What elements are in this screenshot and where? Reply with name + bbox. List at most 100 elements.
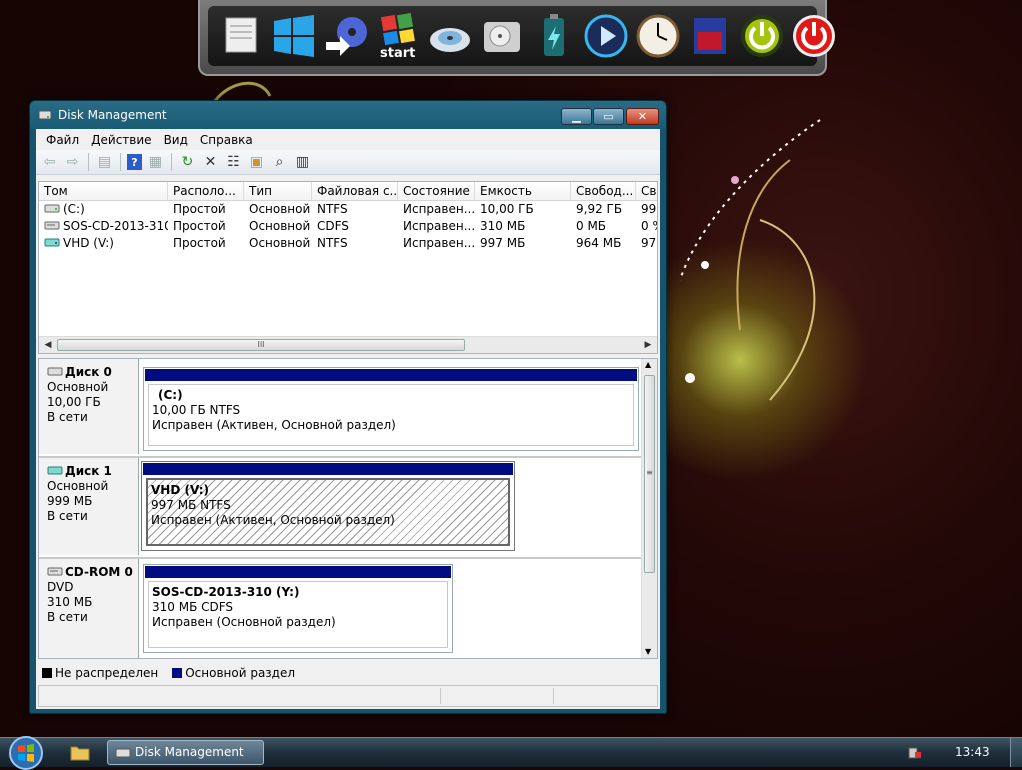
cell-volume: (C:) — [39, 201, 168, 218]
cell-capacity: 10,00 ГБ — [480, 202, 534, 216]
folder-icon[interactable] — [70, 744, 90, 761]
open-folder-icon[interactable]: ▣ — [247, 153, 266, 172]
table-row[interactable]: (C:) Простой Основной NTFS Исправен... 1… — [39, 201, 657, 218]
menu-help[interactable]: Справка — [194, 133, 259, 147]
maximize-button[interactable]: ▭ — [593, 108, 624, 125]
disk-name: CD-ROM 0 — [65, 565, 133, 579]
scroll-down-icon[interactable]: ▼ — [645, 647, 651, 656]
back-arrow-icon[interactable]: ⇦ — [40, 153, 59, 172]
cd-drive-icon — [44, 221, 60, 230]
menu-action[interactable]: Действие — [85, 133, 157, 147]
cell-filesystem: CDFS — [317, 219, 349, 233]
cell-filesystem: NTFS — [317, 202, 348, 216]
column-header-filesystem[interactable]: Файловая с... — [312, 182, 398, 200]
taskbar: Disk Management 13:43 — [0, 734, 1022, 770]
column-header-capacity[interactable]: Емкость — [475, 182, 571, 200]
column-header-type[interactable]: Тип — [244, 182, 312, 200]
wallpaper-swirl-decoration — [679, 119, 821, 401]
legend: Не распределен Основной раздел — [38, 662, 658, 684]
safely-remove-hardware-icon[interactable] — [906, 746, 922, 760]
cell-free-percent: 99 — [641, 202, 657, 216]
status-bar-separator — [553, 688, 554, 704]
table-row[interactable]: SOS-CD-2013-310 ... Простой Основной CDF… — [39, 218, 657, 235]
window-title: Disk Management — [58, 108, 167, 122]
dvd-burn-icon[interactable] — [322, 12, 370, 60]
properties-icon[interactable]: ▦ — [146, 153, 165, 172]
media-library-icon[interactable] — [686, 12, 734, 60]
horizontal-scrollbar[interactable]: ◀ III ▶ — [39, 336, 657, 353]
partition-state: Исправен (Активен, Основной раздел) — [151, 513, 395, 527]
scroll-left-icon[interactable]: ◀ — [41, 338, 55, 352]
legend-swatch-primary — [172, 668, 183, 678]
search-icon[interactable]: ⌕ — [270, 153, 289, 172]
disk-management-icon — [115, 748, 131, 758]
window-client-area: Файл Действие Вид Справка ⇦ ⇨ ▤ ? ▦ ↻ ✕ … — [36, 129, 660, 709]
partition-cdrom[interactable]: SOS-CD-2013-310 (Y:) 310 МБ CDFS Исправе… — [143, 564, 453, 653]
status-bar — [38, 685, 658, 707]
primary-partition-bar — [145, 566, 451, 578]
cell-volume: SOS-CD-2013-310 ... — [39, 218, 168, 235]
vertical-scroll-thumb[interactable]: ≡ — [644, 375, 655, 573]
refresh-icon[interactable]: ↻ — [178, 153, 197, 172]
start-orb-icon[interactable] — [6, 734, 46, 770]
disk-info-cdrom[interactable]: CD-ROM 0 DVD 310 МБ В сети — [39, 559, 139, 658]
minimize-button[interactable]: ▁ — [561, 108, 592, 125]
legend-unallocated: Не распределен — [42, 666, 158, 680]
cell-layout: Простой — [173, 202, 226, 216]
column-header-status[interactable]: Состояние — [398, 182, 475, 200]
vertical-scrollbar[interactable]: ▲ ≡ ▼ — [641, 359, 657, 658]
cell-layout: Простой — [173, 219, 226, 233]
disk-row-cdrom[interactable]: CD-ROM 0 DVD 310 МБ В сети SOS-CD-2013-3… — [39, 559, 643, 658]
title-bar[interactable]: Disk Management ▁ ▭ ✕ — [30, 101, 666, 129]
hard-disk-icon[interactable] — [478, 12, 526, 60]
partition-name: VHD (V:) — [151, 483, 209, 497]
legend-swatch-unallocated — [42, 668, 52, 678]
windows-logo-icon[interactable] — [270, 12, 318, 60]
partition-state: Исправен (Основной раздел) — [152, 615, 336, 629]
power-icon[interactable] — [790, 12, 838, 60]
column-header-free-percent[interactable]: Св — [636, 182, 657, 200]
primary-partition-bar — [145, 369, 637, 381]
console-tree-icon[interactable]: ▤ — [95, 153, 114, 172]
cell-layout: Простой — [173, 236, 226, 250]
disk-size: 10,00 ГБ — [47, 395, 101, 409]
scroll-up-icon[interactable]: ▲ — [645, 360, 651, 369]
start-logo-icon[interactable]: start — [374, 12, 422, 61]
forward-arrow-icon[interactable]: ⇨ — [63, 153, 82, 172]
system-clock[interactable]: 13:43 — [955, 745, 990, 759]
partition-c[interactable]: (C:) 10,00 ГБ NTFS Исправен (Активен, Ос… — [143, 367, 639, 451]
disk-info-0[interactable]: Диск 0 Основной 10,00 ГБ В сети — [39, 359, 139, 454]
column-header-volume[interactable]: Том — [39, 182, 168, 200]
partition-size: 310 МБ CDFS — [152, 600, 234, 614]
cell-free-percent: 0 % — [641, 219, 657, 233]
clock-icon[interactable] — [634, 12, 682, 60]
notepad-icon[interactable] — [218, 12, 266, 60]
cell-status: Исправен... — [403, 202, 475, 216]
disk-row-1[interactable]: Диск 1 Основной 999 МБ В сети VHD (V:) 9… — [39, 458, 643, 555]
table-row[interactable]: VHD (V:) Простой Основной NTFS Исправен.… — [39, 235, 657, 252]
taskbar-button-disk-management[interactable]: Disk Management — [107, 740, 264, 765]
column-header-layout[interactable]: Располо... — [168, 182, 244, 200]
help-icon[interactable]: ? — [127, 154, 142, 170]
close-button[interactable]: ✕ — [626, 108, 659, 125]
export-icon[interactable]: ▥ — [293, 153, 312, 172]
disc-icon[interactable] — [426, 12, 474, 60]
cell-volume-text: VHD (V:) — [63, 236, 114, 250]
column-header-free-space[interactable]: Свобод... — [571, 182, 636, 200]
show-desktop-button[interactable] — [1010, 738, 1022, 767]
standby-icon[interactable] — [738, 12, 786, 60]
battery-icon[interactable] — [530, 12, 578, 60]
legend-label: Основной раздел — [185, 666, 296, 680]
horizontal-scroll-thumb[interactable]: III — [57, 339, 465, 351]
menu-file[interactable]: Файл — [40, 133, 85, 147]
disk-row-0[interactable]: Диск 0 Основной 10,00 ГБ В сети (C:) 10,… — [39, 359, 643, 454]
delete-icon[interactable]: ✕ — [201, 153, 220, 172]
properties-sheet-icon[interactable]: ☷ — [224, 153, 243, 172]
play-icon[interactable] — [582, 12, 630, 60]
toolbar: ⇦ ⇨ ▤ ? ▦ ↻ ✕ ☷ ▣ ⌕ ▥ — [36, 150, 660, 175]
scroll-right-icon[interactable]: ▶ — [641, 338, 655, 352]
disk-info-1[interactable]: Диск 1 Основной 999 МБ В сети — [39, 458, 139, 555]
taskbar-button-label: Disk Management — [135, 745, 244, 759]
partition-vhd[interactable]: VHD (V:) 997 МБ NTFS Исправен (Активен, … — [141, 461, 515, 551]
menu-view[interactable]: Вид — [158, 133, 194, 147]
